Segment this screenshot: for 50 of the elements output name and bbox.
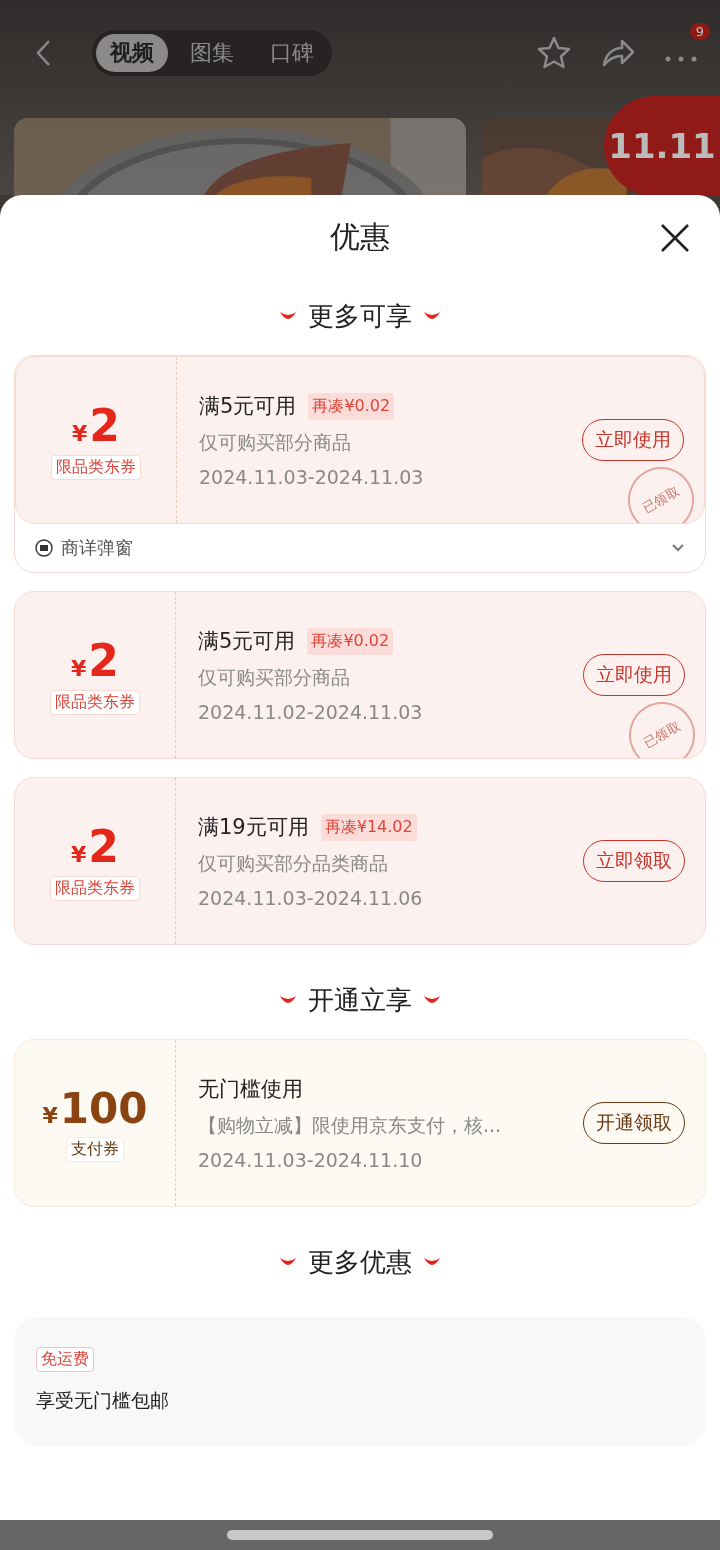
section-title: 开通立享 — [308, 983, 412, 1017]
coupon-condition: 满19元可用 — [198, 814, 309, 841]
footer-label: 商详弹窗 — [61, 536, 133, 560]
smile-icon — [278, 1256, 298, 1268]
smile-icon — [422, 310, 442, 322]
coupon-condition: 满5元可用 — [199, 393, 297, 420]
smile-icon — [278, 994, 298, 1006]
currency-sign: ¥ — [71, 656, 87, 681]
coupon-type-tag: 支付券 — [66, 1137, 124, 1162]
validity-dates: 2024.11.03-2024.11.03 — [199, 466, 425, 488]
section-title: 更多优惠 — [308, 1245, 412, 1279]
sheet-title: 优惠 — [330, 217, 390, 256]
promo-badge[interactable]: 11.11 — [604, 96, 720, 196]
remaining-amount-tag: 再凑¥0.02 — [307, 627, 394, 655]
offer-tag: 免运费 — [36, 1347, 94, 1372]
media-tab[interactable]: 口碑 — [256, 34, 328, 72]
coupon-description: 仅可购买部分商品 — [199, 430, 352, 455]
section-title: 更多可享 — [308, 299, 412, 333]
smile-icon — [278, 310, 298, 322]
notification-badge: 9 — [689, 22, 710, 40]
star-icon[interactable] — [536, 35, 572, 71]
validity-dates: 2024.11.02-2024.11.03 — [198, 701, 424, 723]
smile-icon — [422, 1256, 442, 1268]
smile-icon — [422, 994, 442, 1006]
coupon-type-tag: 限品类东券 — [50, 690, 140, 715]
coupon-type-tag: 限品类东券 — [50, 876, 140, 901]
coupon-footer[interactable]: 商详弹窗 — [15, 524, 705, 572]
coupon-amount: 2 — [88, 635, 119, 686]
coupon-type-tag: 限品类东券 — [51, 455, 141, 480]
currency-sign: ¥ — [42, 1103, 58, 1128]
media-tab[interactable]: 图集 — [176, 34, 248, 72]
media-tab[interactable]: 视频 — [96, 34, 168, 72]
close-icon[interactable] — [660, 223, 690, 253]
ticket-icon — [35, 539, 53, 557]
currency-sign: ¥ — [72, 421, 88, 446]
validity-dates: 2024.11.03-2024.11.06 — [198, 887, 424, 909]
coupon-description: 仅可购买部分商品 — [198, 665, 351, 690]
coupon-description: 仅可购买部分品类商品 — [198, 851, 389, 876]
coupon-description: 【购物立减】限使用京东支付，核... — [198, 1113, 503, 1138]
remaining-amount-tag: 再凑¥14.02 — [320, 813, 417, 841]
validity-dates: 2024.11.03-2024.11.10 — [198, 1149, 424, 1171]
currency-sign: ¥ — [71, 842, 87, 867]
coupon-amount: 100 — [59, 1084, 148, 1133]
chevron-down-icon — [671, 543, 685, 553]
coupon-condition: 满5元可用 — [198, 628, 296, 655]
offer-text: 享受无门槛包邮 — [36, 1388, 169, 1413]
coupon-amount: 2 — [89, 400, 120, 451]
coupon-amount: 2 — [88, 821, 119, 872]
remaining-amount-tag: 再凑¥0.02 — [308, 392, 395, 420]
coupon-condition: 无门槛使用 — [198, 1076, 303, 1103]
